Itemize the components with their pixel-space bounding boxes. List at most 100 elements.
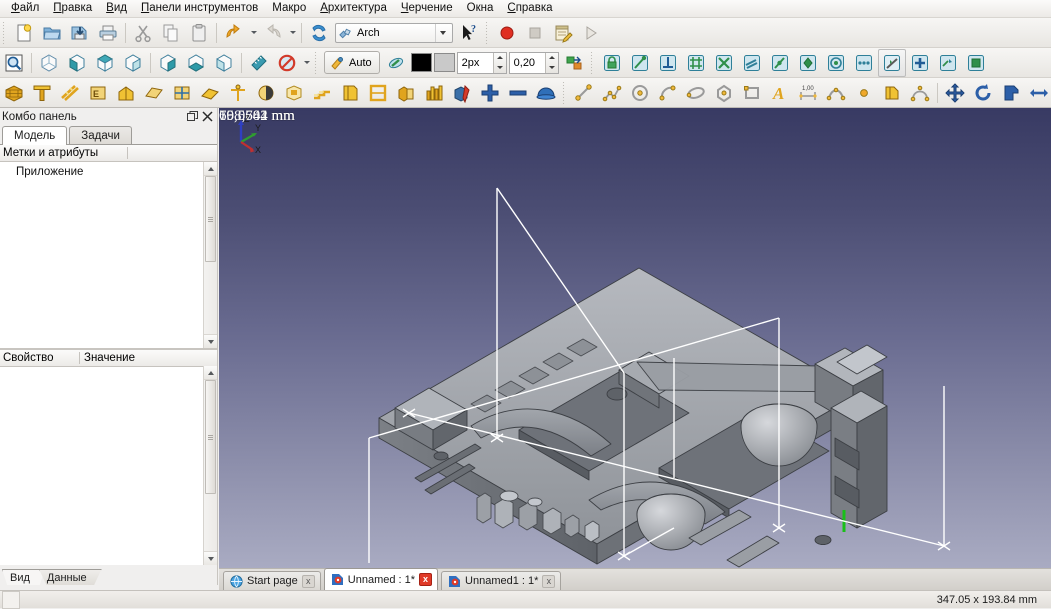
arch-wall-button[interactable] xyxy=(0,79,28,107)
snap-working-plane-button[interactable] xyxy=(962,49,990,77)
snap-parallel-button[interactable] xyxy=(738,49,766,77)
tree-item[interactable]: Приложение xyxy=(0,164,217,179)
snap-dropdown[interactable] xyxy=(301,50,312,76)
snap-midpoint-button[interactable] xyxy=(766,49,794,77)
measure-button[interactable] xyxy=(245,49,273,77)
whats-this-button[interactable]: ? xyxy=(455,19,483,47)
tab-data[interactable]: Данные xyxy=(38,569,102,585)
draft-move-button[interactable] xyxy=(941,79,969,107)
open-document-button[interactable] xyxy=(38,19,66,47)
close-icon[interactable]: x xyxy=(419,573,433,586)
draft-shapestring-button[interactable] xyxy=(878,79,906,107)
document-tab-unnamed[interactable]: Unnamed : 1* x xyxy=(323,568,439,590)
arch-survey-button[interactable] xyxy=(532,79,560,107)
snap-extension-button[interactable] xyxy=(850,49,878,77)
draft-bezier-button[interactable] xyxy=(906,79,934,107)
arch-panel-button[interactable] xyxy=(336,79,364,107)
arch-structure-button[interactable] xyxy=(28,79,56,107)
document-tab-start-page[interactable]: Start page x xyxy=(223,571,321,590)
close-icon[interactable]: x xyxy=(542,574,556,588)
macro-stop-button[interactable] xyxy=(521,19,549,47)
toolbar-grip[interactable] xyxy=(1,21,8,44)
arch-space-button[interactable] xyxy=(280,79,308,107)
arch-equipment-button[interactable] xyxy=(392,79,420,107)
document-tab-unnamed1[interactable]: Unnamed1 : 1* x xyxy=(441,571,562,590)
save-document-button[interactable] xyxy=(66,19,94,47)
no-snap-button[interactable] xyxy=(273,49,301,77)
float-icon[interactable] xyxy=(186,110,199,123)
redo-dropdown[interactable] xyxy=(287,20,298,46)
view-bottom-button[interactable] xyxy=(182,49,210,77)
snap-lock-icon-button[interactable] xyxy=(598,49,626,77)
snap-grid-button[interactable] xyxy=(682,49,710,77)
tree-scroll-thumb[interactable] xyxy=(205,176,216,262)
arch-building-button[interactable] xyxy=(112,79,140,107)
arch-roof-button[interactable] xyxy=(196,79,224,107)
arch-rebar-button[interactable] xyxy=(56,79,84,107)
snap-intersection-button[interactable] xyxy=(710,49,738,77)
draft-polygon-button[interactable] xyxy=(710,79,738,107)
toolbar-grip-draft[interactable] xyxy=(313,51,320,74)
draft-ellipse-button[interactable] xyxy=(682,79,710,107)
menu-macro[interactable]: Макро xyxy=(265,0,313,17)
draft-mirror-button[interactable] xyxy=(1025,79,1051,107)
scroll-down-icon[interactable] xyxy=(204,334,217,348)
arch-frame-button[interactable] xyxy=(364,79,392,107)
snap-auto-button[interactable]: Auto xyxy=(324,51,380,74)
refresh-button[interactable] xyxy=(305,19,333,47)
arch-section-plane-button[interactable] xyxy=(252,79,280,107)
menu-architecture[interactable]: Архитектура xyxy=(313,0,394,17)
draft-rectangle-button[interactable] xyxy=(738,79,766,107)
3d-viewport[interactable]: 75,5581 mm 69,0702 mm 108,644 mm Z Y X xyxy=(219,108,1051,568)
arch-site-button[interactable] xyxy=(140,79,168,107)
scroll-down-icon[interactable] xyxy=(204,551,217,565)
line-width-spinner[interactable]: 2px xyxy=(456,51,507,74)
draft-rotate-button[interactable] xyxy=(969,79,997,107)
undo-button[interactable] xyxy=(220,19,248,47)
scroll-up-icon[interactable] xyxy=(204,162,217,176)
deviation-steppers[interactable] xyxy=(544,52,558,73)
toolbar-grip-draft-tools[interactable] xyxy=(561,81,568,104)
new-document-button[interactable] xyxy=(10,19,38,47)
menu-drafting[interactable]: Черчение xyxy=(394,0,460,17)
macro-record-button[interactable] xyxy=(493,19,521,47)
print-document-button[interactable] xyxy=(94,19,122,47)
snap-near-button[interactable] xyxy=(877,48,906,77)
draft-point-button[interactable] xyxy=(850,79,878,107)
view-right-button[interactable] xyxy=(119,49,147,77)
draft-line-button[interactable] xyxy=(570,79,598,107)
copy-button[interactable] xyxy=(157,19,185,47)
macro-execute-button[interactable] xyxy=(577,19,605,47)
scroll-up-icon[interactable] xyxy=(204,366,217,380)
view-left-button[interactable] xyxy=(210,49,238,77)
deviation-spinner[interactable]: 0,20 xyxy=(508,51,559,74)
property-scroll-thumb[interactable] xyxy=(205,380,216,494)
menu-windows[interactable]: Окна xyxy=(460,0,501,17)
line-color-swatch[interactable] xyxy=(410,53,432,72)
fit-all-button[interactable] xyxy=(0,49,28,77)
draft-circle-button[interactable] xyxy=(626,79,654,107)
draft-arc-button[interactable] xyxy=(654,79,682,107)
close-icon[interactable]: x xyxy=(301,574,315,588)
arch-add-button[interactable] xyxy=(476,79,504,107)
toolbar-grip-snaps[interactable] xyxy=(588,51,596,74)
workbench-selector[interactable]: Arch xyxy=(335,22,453,43)
tab-model[interactable]: Модель xyxy=(2,126,68,145)
face-color-swatch[interactable] xyxy=(433,53,455,72)
draft-offset-button[interactable] xyxy=(997,79,1025,107)
snap-special-button[interactable] xyxy=(794,49,822,77)
arch-window-button[interactable] xyxy=(168,79,196,107)
tab-view[interactable]: Вид xyxy=(2,569,45,585)
toolbar-grip-macro[interactable] xyxy=(484,21,491,44)
draft-bspline-button[interactable] xyxy=(822,79,850,107)
property-scrollbar[interactable] xyxy=(203,366,217,565)
tab-tasks[interactable]: Задачи xyxy=(69,126,132,144)
arch-schedule-button[interactable] xyxy=(420,79,448,107)
view-front-button[interactable] xyxy=(63,49,91,77)
model-tree[interactable]: Приложение xyxy=(0,162,217,349)
snap-dimensions-button[interactable] xyxy=(934,49,962,77)
arch-stairs-button[interactable] xyxy=(308,79,336,107)
menu-help[interactable]: Справка xyxy=(500,0,559,17)
paste-button[interactable] xyxy=(185,19,213,47)
line-width-steppers[interactable] xyxy=(492,52,506,73)
